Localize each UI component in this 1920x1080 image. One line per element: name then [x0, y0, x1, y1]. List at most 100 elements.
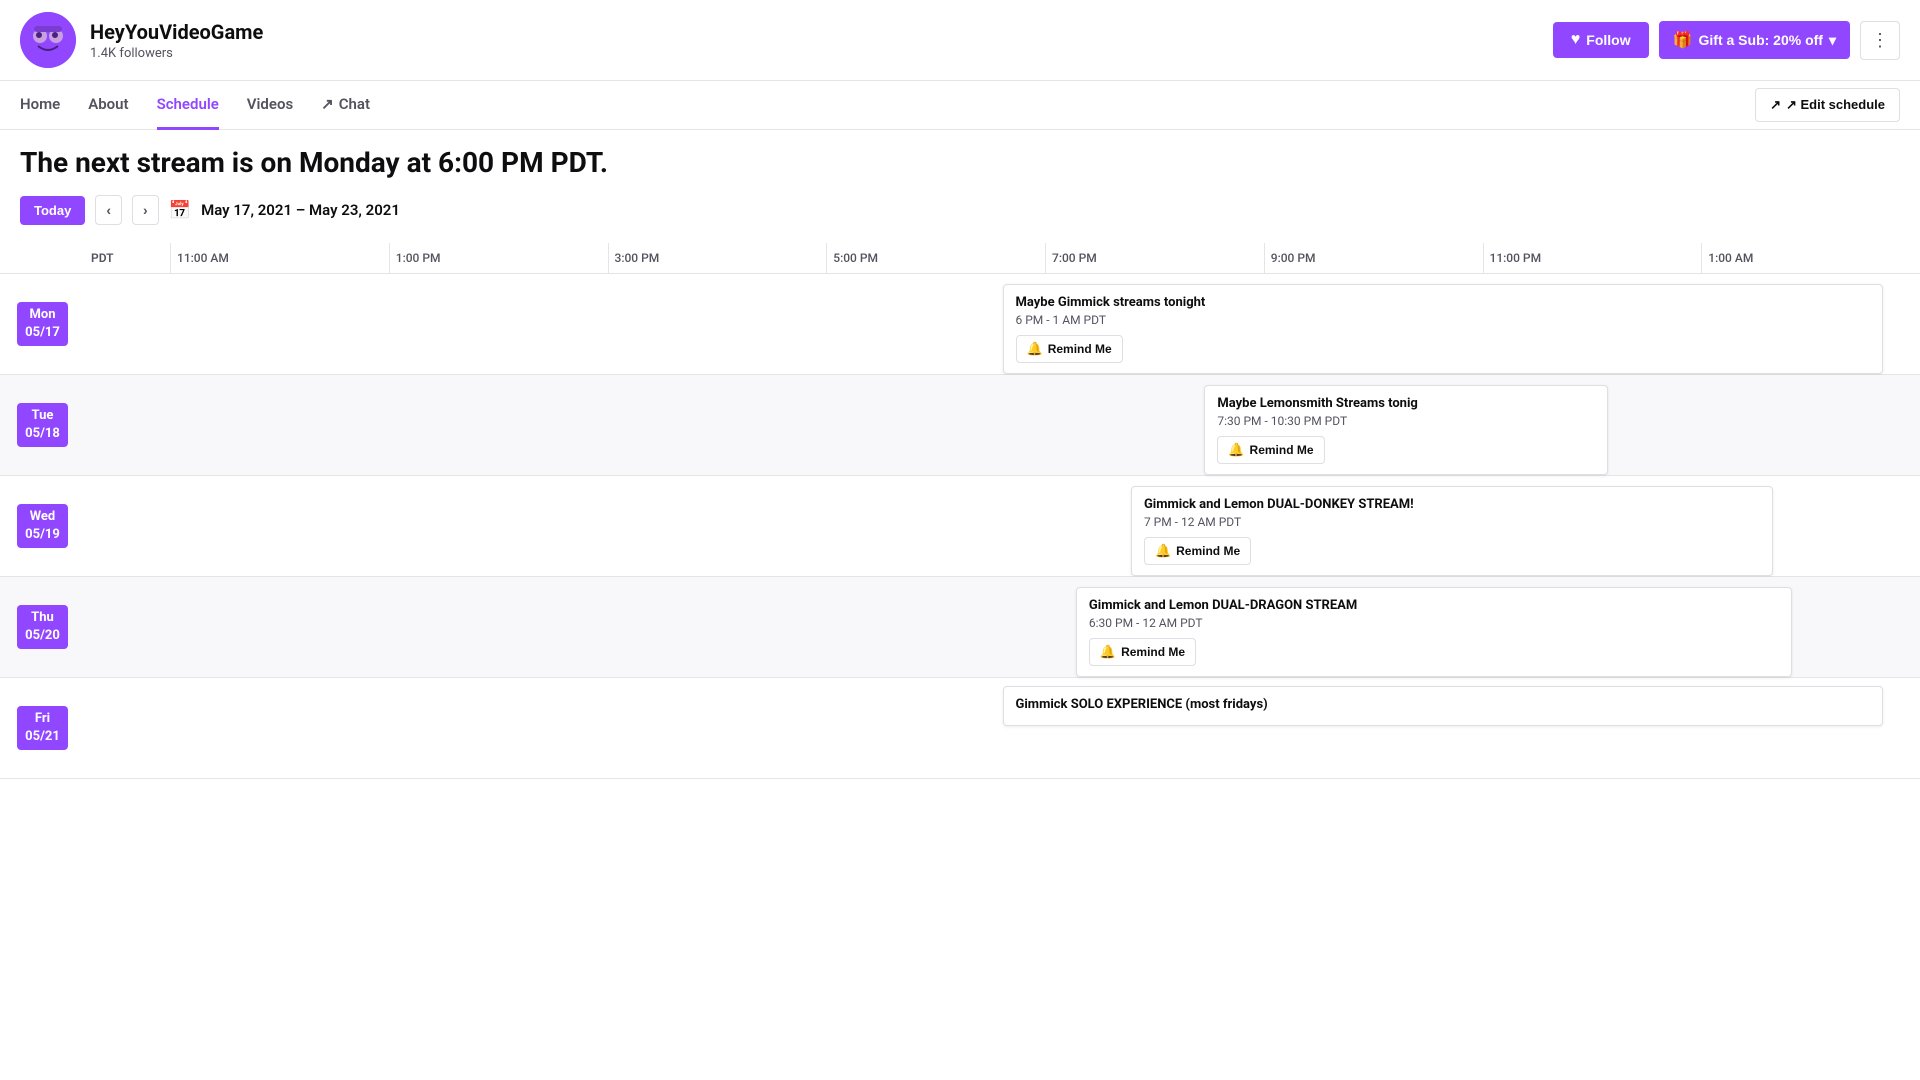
day-name-thu: Thu: [25, 609, 60, 627]
day-date-fri: 05/21: [25, 728, 60, 746]
day-date-mon: 05/17: [25, 324, 60, 342]
day-name-wed: Wed: [25, 508, 60, 526]
event-card-mon-1[interactable]: Maybe Gimmick streams tonight 6 PM - 1 A…: [1003, 284, 1884, 374]
event-card-fri-1[interactable]: Gimmick SOLO EXPERIENCE (most fridays): [1003, 686, 1884, 726]
remind-label-tue-1: Remind Me: [1250, 443, 1314, 457]
calendar-icon[interactable]: 📅: [169, 200, 191, 221]
nav-item-videos[interactable]: Videos: [247, 81, 293, 130]
event-time-tue-1: 7:30 PM - 10:30 PM PDT: [1217, 414, 1595, 428]
day-date-tue: 05/18: [25, 425, 60, 443]
event-card-wed-1[interactable]: Gimmick and Lemon DUAL-DONKEY STREAM! 7 …: [1131, 486, 1773, 576]
gift-sub-button[interactable]: 🎁 Gift a Sub: 20% off ▾: [1659, 21, 1850, 59]
day-content-thu: Gimmick and Lemon DUAL-DRAGON STREAM 6:3…: [85, 577, 1920, 677]
event-card-thu-1[interactable]: Gimmick and Lemon DUAL-DRAGON STREAM 6:3…: [1076, 587, 1792, 677]
event-title-fri-1: Gimmick SOLO EXPERIENCE (most fridays): [1016, 697, 1871, 712]
time-slot-500pm: 5:00 PM: [826, 243, 1045, 273]
follow-button[interactable]: ♥ Follow: [1553, 22, 1649, 58]
day-badge-wed: Wed 05/19: [17, 504, 68, 548]
follow-label: Follow: [1586, 32, 1630, 48]
day-name-tue: Tue: [25, 407, 60, 425]
heart-icon: ♥: [1571, 31, 1581, 49]
day-label-mon: Mon 05/17: [0, 274, 85, 374]
day-name-fri: Fri: [25, 710, 60, 728]
event-title-thu-1: Gimmick and Lemon DUAL-DRAGON STREAM: [1089, 598, 1779, 613]
remind-label-wed-1: Remind Me: [1176, 544, 1240, 558]
calendar-grid: PDT 11:00 AM 1:00 PM 3:00 PM 5:00 PM 7:0…: [0, 243, 1920, 779]
nav-item-chat[interactable]: ↗ Chat: [321, 81, 370, 130]
day-badge-thu: Thu 05/20: [17, 605, 68, 649]
edit-schedule-button[interactable]: ↗ ↗ Edit schedule: [1755, 88, 1900, 122]
remind-button-wed-1[interactable]: 🔔 Remind Me: [1144, 537, 1251, 565]
followers-count: 1.4K followers: [90, 46, 1553, 61]
more-options-button[interactable]: ⋮: [1860, 21, 1900, 60]
day-content-tue: Maybe Lemonsmith Streams tonig 7:30 PM -…: [85, 375, 1920, 475]
day-row-mon: Mon 05/17 Maybe Gimmick streams tonight …: [0, 274, 1920, 375]
channel-avatar[interactable]: [20, 12, 76, 68]
date-navigation: Today ‹ › 📅 May 17, 2021 – May 23, 2021: [20, 195, 1900, 225]
day-label-thu: Thu 05/20: [0, 577, 85, 677]
day-content-fri: Gimmick SOLO EXPERIENCE (most fridays): [85, 678, 1920, 778]
event-title-mon-1: Maybe Gimmick streams tonight: [1016, 295, 1871, 310]
day-label-wed: Wed 05/19: [0, 476, 85, 576]
remind-button-thu-1[interactable]: 🔔 Remind Me: [1089, 638, 1196, 666]
day-row-wed: Wed 05/19 Gimmick and Lemon DUAL-DONKEY …: [0, 476, 1920, 577]
event-card-tue-1[interactable]: Maybe Lemonsmith Streams tonig 7:30 PM -…: [1204, 385, 1608, 475]
nav: Home About Schedule Videos ↗ Chat ↗ ↗ Ed…: [0, 81, 1920, 130]
external-link-icon: ↗: [1770, 97, 1781, 113]
nav-item-schedule[interactable]: Schedule: [157, 81, 219, 130]
event-time-thu-1: 6:30 PM - 12 AM PDT: [1089, 616, 1779, 630]
day-row-fri: Fri 05/21 Gimmick SOLO EXPERIENCE (most …: [0, 678, 1920, 779]
event-time-mon-1: 6 PM - 1 AM PDT: [1016, 313, 1871, 327]
remind-button-mon-1[interactable]: 🔔 Remind Me: [1016, 335, 1123, 363]
gift-icon: 🎁: [1673, 30, 1693, 50]
day-badge-tue: Tue 05/18: [17, 403, 68, 447]
day-row-tue: Tue 05/18 Maybe Lemonsmith Streams tonig…: [0, 375, 1920, 476]
event-time-wed-1: 7 PM - 12 AM PDT: [1144, 515, 1760, 529]
bell-icon: 🔔: [1155, 543, 1171, 559]
time-slot-900pm: 9:00 PM: [1264, 243, 1483, 273]
event-title-tue-1: Maybe Lemonsmith Streams tonig: [1217, 396, 1595, 411]
remind-button-tue-1[interactable]: 🔔 Remind Me: [1217, 436, 1324, 464]
edit-schedule-label: ↗ Edit schedule: [1786, 97, 1885, 113]
channel-info: HeyYouVideoGame 1.4K followers: [90, 20, 1553, 61]
external-link-icon: ↗: [321, 95, 334, 113]
day-row-thu: Thu 05/20 Gimmick and Lemon DUAL-DRAGON …: [0, 577, 1920, 678]
header-actions: ♥ Follow 🎁 Gift a Sub: 20% off ▾ ⋮: [1553, 21, 1900, 60]
nav-right: ↗ ↗ Edit schedule: [1755, 88, 1900, 122]
nav-item-home[interactable]: Home: [20, 81, 60, 130]
chevron-down-icon: ▾: [1829, 32, 1836, 49]
gift-label: Gift a Sub: 20% off: [1699, 32, 1823, 48]
time-slot-700pm: 7:00 PM: [1045, 243, 1264, 273]
time-header: PDT 11:00 AM 1:00 PM 3:00 PM 5:00 PM 7:0…: [0, 243, 1920, 274]
day-date-thu: 05/20: [25, 627, 60, 645]
remind-label-thu-1: Remind Me: [1121, 645, 1185, 659]
day-badge-fri: Fri 05/21: [17, 706, 68, 750]
chat-label: Chat: [339, 95, 370, 113]
time-slot-100am: 1:00 AM: [1701, 243, 1920, 273]
day-badge-mon: Mon 05/17: [17, 302, 68, 346]
day-content-wed: Gimmick and Lemon DUAL-DONKEY STREAM! 7 …: [85, 476, 1920, 576]
event-title-wed-1: Gimmick and Lemon DUAL-DONKEY STREAM!: [1144, 497, 1760, 512]
time-slot-1100am: 11:00 AM: [170, 243, 389, 273]
time-slot-1100pm: 11:00 PM: [1483, 243, 1702, 273]
timezone-label: PDT: [85, 243, 170, 273]
header: HeyYouVideoGame 1.4K followers ♥ Follow …: [0, 0, 1920, 81]
channel-name: HeyYouVideoGame: [90, 20, 1553, 44]
date-range: May 17, 2021 – May 23, 2021: [201, 201, 400, 219]
nav-item-about[interactable]: About: [88, 81, 128, 130]
schedule-header: The next stream is on Monday at 6:00 PM …: [0, 130, 1920, 233]
time-slot-300pm: 3:00 PM: [608, 243, 827, 273]
time-slot-100pm: 1:00 PM: [389, 243, 608, 273]
next-stream-text: The next stream is on Monday at 6:00 PM …: [20, 146, 1900, 179]
bell-icon: 🔔: [1100, 644, 1116, 660]
next-week-button[interactable]: ›: [132, 195, 159, 225]
bell-icon: 🔔: [1027, 341, 1043, 357]
day-label-tue: Tue 05/18: [0, 375, 85, 475]
day-label-fri: Fri 05/21: [0, 678, 85, 778]
day-content-mon: Maybe Gimmick streams tonight 6 PM - 1 A…: [85, 274, 1920, 374]
prev-week-button[interactable]: ‹: [95, 195, 122, 225]
day-name-mon: Mon: [25, 306, 60, 324]
remind-label-mon-1: Remind Me: [1048, 342, 1112, 356]
day-date-wed: 05/19: [25, 526, 60, 544]
today-button[interactable]: Today: [20, 196, 85, 225]
